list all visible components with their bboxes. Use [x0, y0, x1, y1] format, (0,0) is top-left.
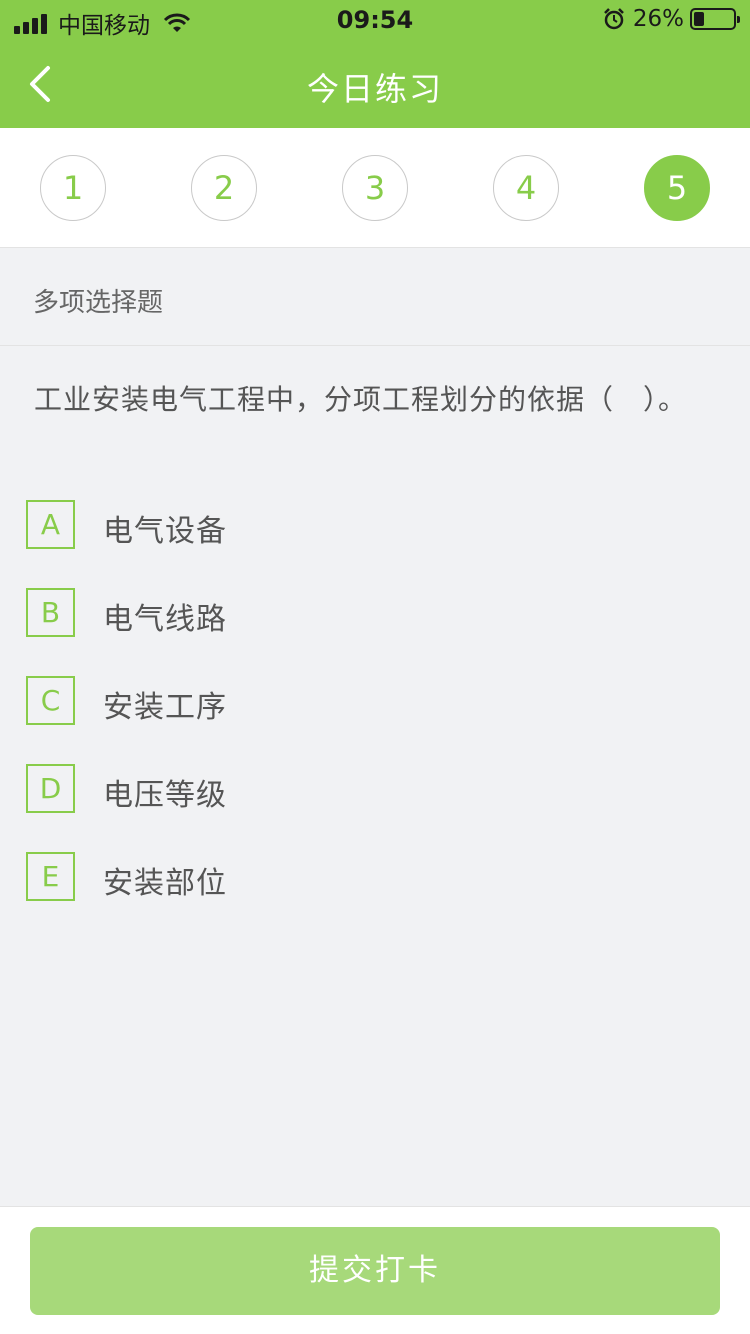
top-bar: 中国移动 09:54 26% 今日练习 [0, 0, 750, 128]
step-5[interactable]: 5 [644, 155, 710, 221]
option-c[interactable]: C 安装工序 [26, 676, 626, 726]
step-4[interactable]: 4 [493, 155, 559, 221]
option-letter-box[interactable]: B [26, 588, 75, 637]
submit-checkin-button[interactable]: 提交打卡 [30, 1227, 720, 1315]
option-label: 电气线路 [103, 602, 227, 637]
battery-percent: 26% [632, 6, 684, 32]
question-type-label: 多项选择题 [33, 288, 164, 318]
option-letter-box[interactable]: D [26, 764, 75, 813]
question-text: 工业安装电气工程中，分项工程划分的依据（ ）。 [34, 383, 688, 416]
option-label: 安装工序 [103, 690, 227, 725]
status-bar: 中国移动 09:54 26% [0, 0, 750, 40]
option-label: 安装部位 [103, 866, 227, 901]
option-e[interactable]: E 安装部位 [26, 852, 626, 902]
step-2[interactable]: 2 [191, 155, 257, 221]
option-letter-box[interactable]: C [26, 676, 75, 725]
alarm-icon [603, 8, 624, 30]
bottom-bar: 提交打卡 [0, 1206, 750, 1334]
page-title: 今日练习 [306, 70, 443, 108]
status-right: 26% [603, 6, 740, 32]
step-1[interactable]: 1 [40, 155, 106, 221]
option-label: 电气设备 [103, 514, 227, 549]
option-letter-box[interactable]: E [26, 852, 75, 901]
option-letter-box[interactable]: A [26, 500, 75, 549]
question-type-row: 多项选择题 [0, 248, 750, 346]
option-label: 电压等级 [103, 778, 227, 813]
battery-icon [690, 8, 740, 30]
option-a[interactable]: A 电气设备 [26, 500, 626, 550]
step-3[interactable]: 3 [342, 155, 408, 221]
option-b[interactable]: B 电气线路 [26, 588, 626, 638]
question-stepper: 1 2 3 4 5 [0, 128, 750, 248]
option-d[interactable]: D 电压等级 [26, 764, 626, 814]
